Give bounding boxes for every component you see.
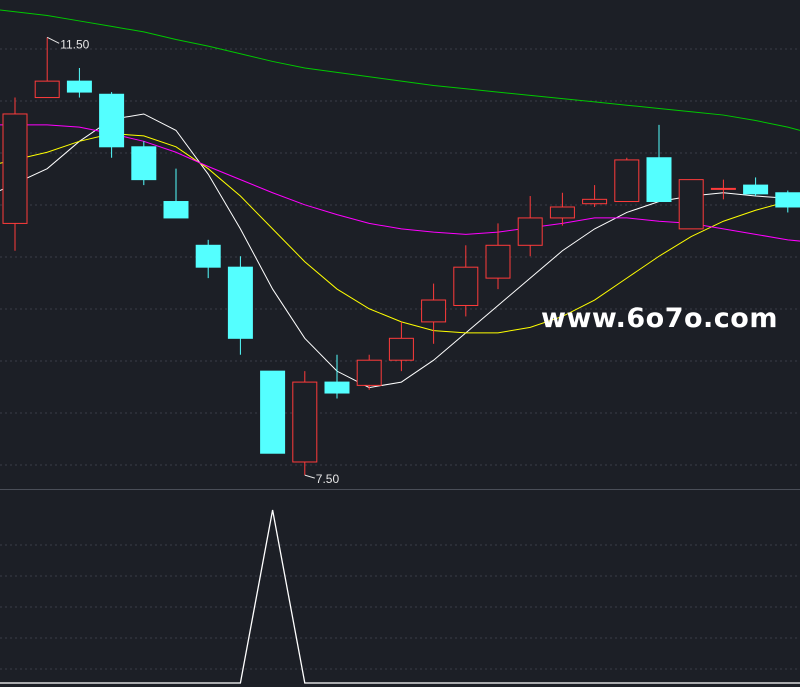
candle-body: [743, 184, 769, 195]
stock-chart: 11.50 7.50: [0, 9, 800, 684]
candle-body: [195, 244, 221, 268]
candle-body: [2, 113, 28, 224]
candle-body: [388, 337, 414, 361]
low-price-label: 7.50: [316, 472, 340, 486]
candle-body: [582, 198, 608, 205]
candle-body: [646, 157, 672, 203]
candle-body: [710, 187, 736, 190]
candle-body: [260, 370, 286, 454]
candle-body: [453, 266, 479, 306]
high-price-label: 11.50: [60, 37, 89, 51]
candle-body: [678, 179, 704, 230]
candle-body: [775, 192, 800, 208]
candle-body: [421, 299, 447, 323]
candle-body: [549, 206, 575, 219]
candle-body: [99, 93, 125, 148]
high-marker-arrow: [46, 36, 60, 44]
candle-body: [517, 217, 543, 246]
candle-body: [292, 381, 318, 463]
candle-body: [34, 80, 60, 99]
candle-body: [356, 359, 382, 386]
candle-body: [131, 146, 157, 181]
low-marker-arrow: [304, 474, 315, 479]
indicator-line: [0, 509, 800, 684]
candle-body: [485, 244, 511, 279]
candle-body: [163, 201, 189, 219]
candle-body: [66, 80, 92, 93]
candle-body: [614, 159, 640, 203]
watermark-text: www.6o7o.com: [541, 303, 778, 334]
chart-stage: 11.50 7.50 www.6o7o.com: [0, 0, 800, 687]
candle-body: [227, 266, 253, 339]
candle-body: [324, 381, 350, 394]
